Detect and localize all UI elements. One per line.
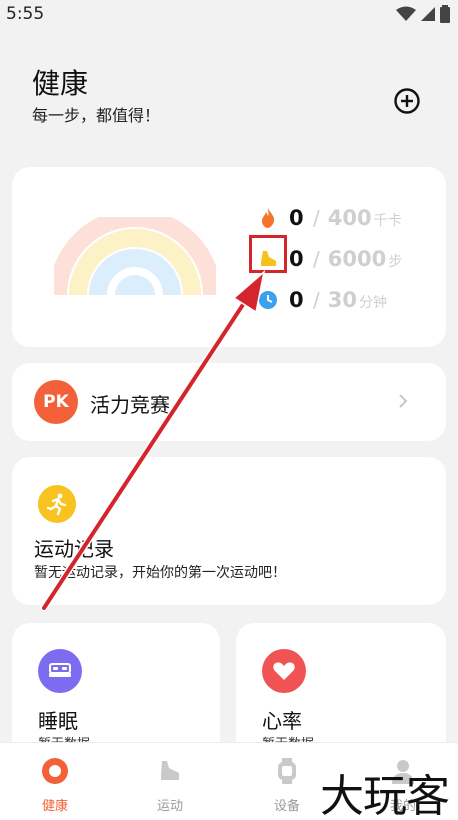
steps-value: 0: [289, 247, 304, 271]
page-subtitle: 每一步，都值得！: [32, 106, 161, 125]
clock-icon: [259, 291, 277, 309]
stat-calories: 0 / 400 千卡: [257, 203, 402, 230]
nav-tab-health[interactable]: 健康: [0, 743, 110, 820]
pk-badge-icon: PK: [34, 380, 78, 424]
heart-title: 心率: [262, 709, 302, 733]
duration-unit: 分钟: [358, 295, 387, 311]
annotation-highlight-box: [249, 235, 287, 273]
page-header: 健康 每一步，都值得！: [0, 40, 458, 150]
records-description: 暂无运动记录，开始你的第一次运动吧！: [34, 565, 286, 581]
pk-challenge-card[interactable]: PK 活力竞赛: [12, 363, 446, 441]
separator: /: [313, 288, 320, 312]
nav-tab-workout[interactable]: 运动: [115, 743, 225, 820]
health-ring-icon: [42, 758, 68, 784]
activity-rings-icon: [54, 217, 216, 296]
workout-records-card[interactable]: 运动记录 暂无运动记录，开始你的第一次运动吧！: [12, 457, 446, 605]
nav-label-health: 健康: [41, 799, 68, 814]
nav-label-workout: 运动: [156, 799, 183, 814]
status-bar: 5:55: [0, 0, 458, 30]
status-icons: [396, 5, 450, 23]
calories-unit: 千卡: [373, 213, 402, 229]
watch-icon: [278, 758, 296, 784]
duration-target: 30: [327, 288, 357, 312]
page-title: 健康: [32, 67, 89, 100]
chevron-right-icon: [399, 394, 408, 408]
duration-value: 0: [289, 288, 304, 312]
watermark-text: 大玩客: [320, 771, 450, 820]
steps-target: 6000: [327, 247, 387, 271]
separator: /: [313, 206, 320, 230]
signal-icon: [421, 7, 435, 21]
heart-icon: [262, 649, 306, 693]
shoe-icon: [161, 761, 179, 780]
wifi-icon: [396, 6, 416, 21]
calories-value: 0: [289, 206, 304, 230]
separator: /: [313, 247, 320, 271]
battery-icon: [440, 5, 450, 23]
steps-unit: 步: [388, 254, 403, 270]
stat-duration: 0 / 30 分钟: [257, 285, 387, 312]
bed-icon: [38, 649, 82, 693]
add-button[interactable]: [394, 88, 420, 114]
records-title: 运动记录: [34, 537, 114, 561]
calories-target: 400: [327, 206, 372, 230]
activity-summary-card[interactable]: 0 / 400 千卡 0 / 6000 步 0 / 30 分钟: [12, 167, 446, 347]
status-time: 5:55: [6, 4, 45, 24]
sleep-title: 睡眠: [38, 709, 78, 733]
running-icon: [38, 485, 76, 523]
flame-icon: [262, 208, 275, 228]
pk-label: 活力竞赛: [90, 393, 170, 417]
